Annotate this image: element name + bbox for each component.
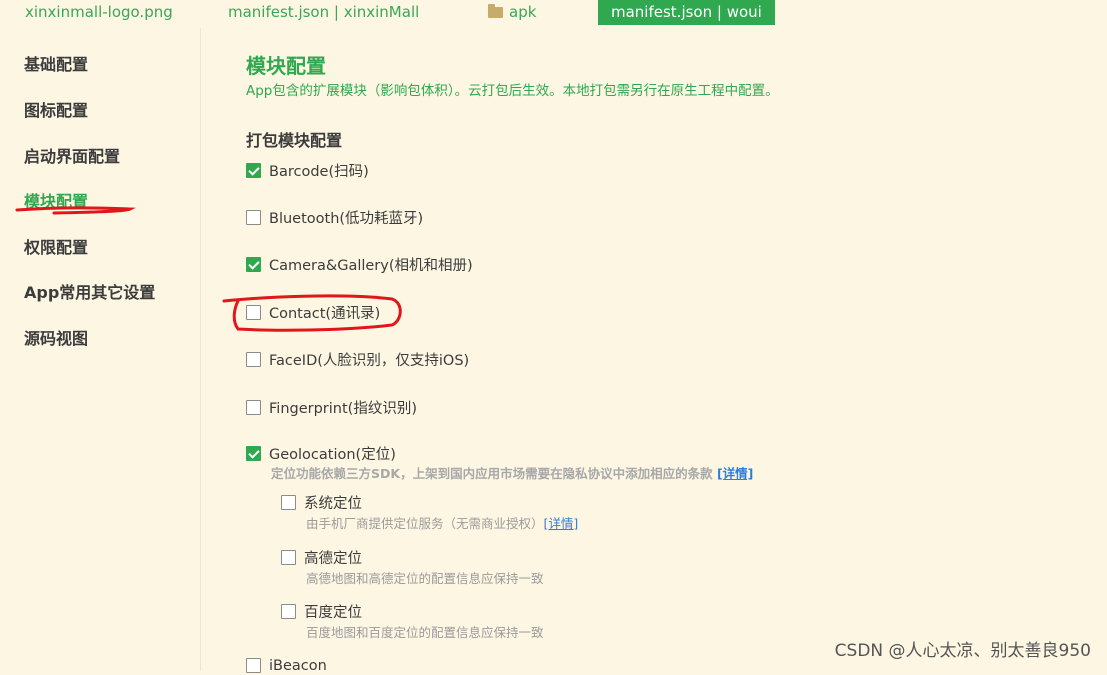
checkbox-amap-location[interactable]	[281, 550, 296, 565]
module-label: FaceID(人脸识别，仅支持iOS)	[269, 353, 470, 369]
section-title: 打包模块配置	[246, 131, 343, 150]
note-text: 定位功能依赖三方SDK，上架到国内应用市场需要在隐私协议中添加相应的条款	[271, 466, 713, 481]
module-geolocation[interactable]: Geolocation(定位)	[246, 443, 396, 463]
sidebar-item-splash[interactable]: 启动界面配置	[24, 143, 120, 167]
checkbox-faceid[interactable]	[246, 352, 261, 367]
sidebar-item-app-other[interactable]: App常用其它设置	[24, 279, 155, 303]
checkbox-fingerprint[interactable]	[246, 400, 261, 415]
config-sidebar: 基础配置 图标配置 启动界面配置 模块配置 权限配置 App常用其它设置 源码视…	[0, 28, 201, 671]
module-label: Bluetooth(低功耗蓝牙)	[269, 211, 424, 227]
module-label: Barcode(扫码)	[269, 164, 369, 180]
tab-xinxinmall-logo[interactable]: xinxinmall-logo.png	[25, 0, 173, 25]
red-underline-annotation	[15, 206, 131, 215]
details-link[interactable]: [详情]	[544, 516, 579, 531]
checkbox-system-location[interactable]	[281, 495, 296, 510]
module-barcode[interactable]: Barcode(扫码)	[246, 160, 369, 180]
checkbox-camera-gallery[interactable]	[246, 257, 261, 272]
checkbox-geolocation[interactable]	[246, 446, 261, 461]
sidebar-item-source-view[interactable]: 源码视图	[24, 325, 88, 349]
module-fingerprint[interactable]: Fingerprint(指纹识别)	[246, 397, 417, 417]
module-ibeacon[interactable]: iBeacon	[246, 655, 327, 675]
sidebar-item-basic[interactable]: 基础配置	[24, 51, 88, 75]
page-title: 模块配置	[246, 54, 326, 78]
red-circle-annotation	[222, 294, 402, 332]
page-description: App包含的扩展模块（影响包体积）。云打包后生效。本地打包需另行在原生工程中配置…	[246, 83, 779, 99]
watermark: CSDN @人心太凉、别太善良950	[834, 641, 1091, 661]
details-link[interactable]: [详情]	[717, 466, 753, 481]
checkbox-baidu-location[interactable]	[281, 604, 296, 619]
submodule-amap-location[interactable]: 高德定位	[281, 547, 362, 567]
checkbox-bluetooth[interactable]	[246, 210, 261, 225]
submodule-label: 系统定位	[304, 496, 362, 512]
submodule-system-location[interactable]: 系统定位	[281, 492, 362, 512]
submodule-label: 百度定位	[304, 605, 362, 621]
checkbox-barcode[interactable]	[246, 163, 261, 178]
baidu-location-note: 百度地图和百度定位的配置信息应保持一致	[306, 625, 544, 640]
module-camera-gallery[interactable]: Camera&Gallery(相机和相册)	[246, 254, 473, 274]
module-label: Fingerprint(指纹识别)	[269, 401, 417, 417]
geolocation-note: 定位功能依赖三方SDK，上架到国内应用市场需要在隐私协议中添加相应的条款 [详情…	[271, 463, 753, 482]
note-text: 由手机厂商提供定位服务（无需商业授权）	[306, 516, 544, 531]
submodule-baidu-location[interactable]: 百度定位	[281, 601, 362, 621]
module-faceid[interactable]: FaceID(人脸识别，仅支持iOS)	[246, 349, 469, 369]
system-location-note: 由手机厂商提供定位服务（无需商业授权）[详情]	[306, 513, 578, 532]
module-label: Geolocation(定位)	[269, 447, 396, 463]
submodule-label: 高德定位	[304, 551, 362, 567]
module-label: Camera&Gallery(相机和相册)	[269, 258, 473, 274]
tab-label: xinxinmall-logo.png	[25, 3, 173, 21]
sidebar-item-permissions[interactable]: 权限配置	[24, 234, 88, 258]
module-label: iBeacon	[269, 657, 327, 674]
module-bluetooth[interactable]: Bluetooth(低功耗蓝牙)	[246, 207, 423, 227]
sidebar-item-icon[interactable]: 图标配置	[24, 97, 88, 121]
amap-location-note: 高德地图和高德定位的配置信息应保持一致	[306, 571, 544, 586]
